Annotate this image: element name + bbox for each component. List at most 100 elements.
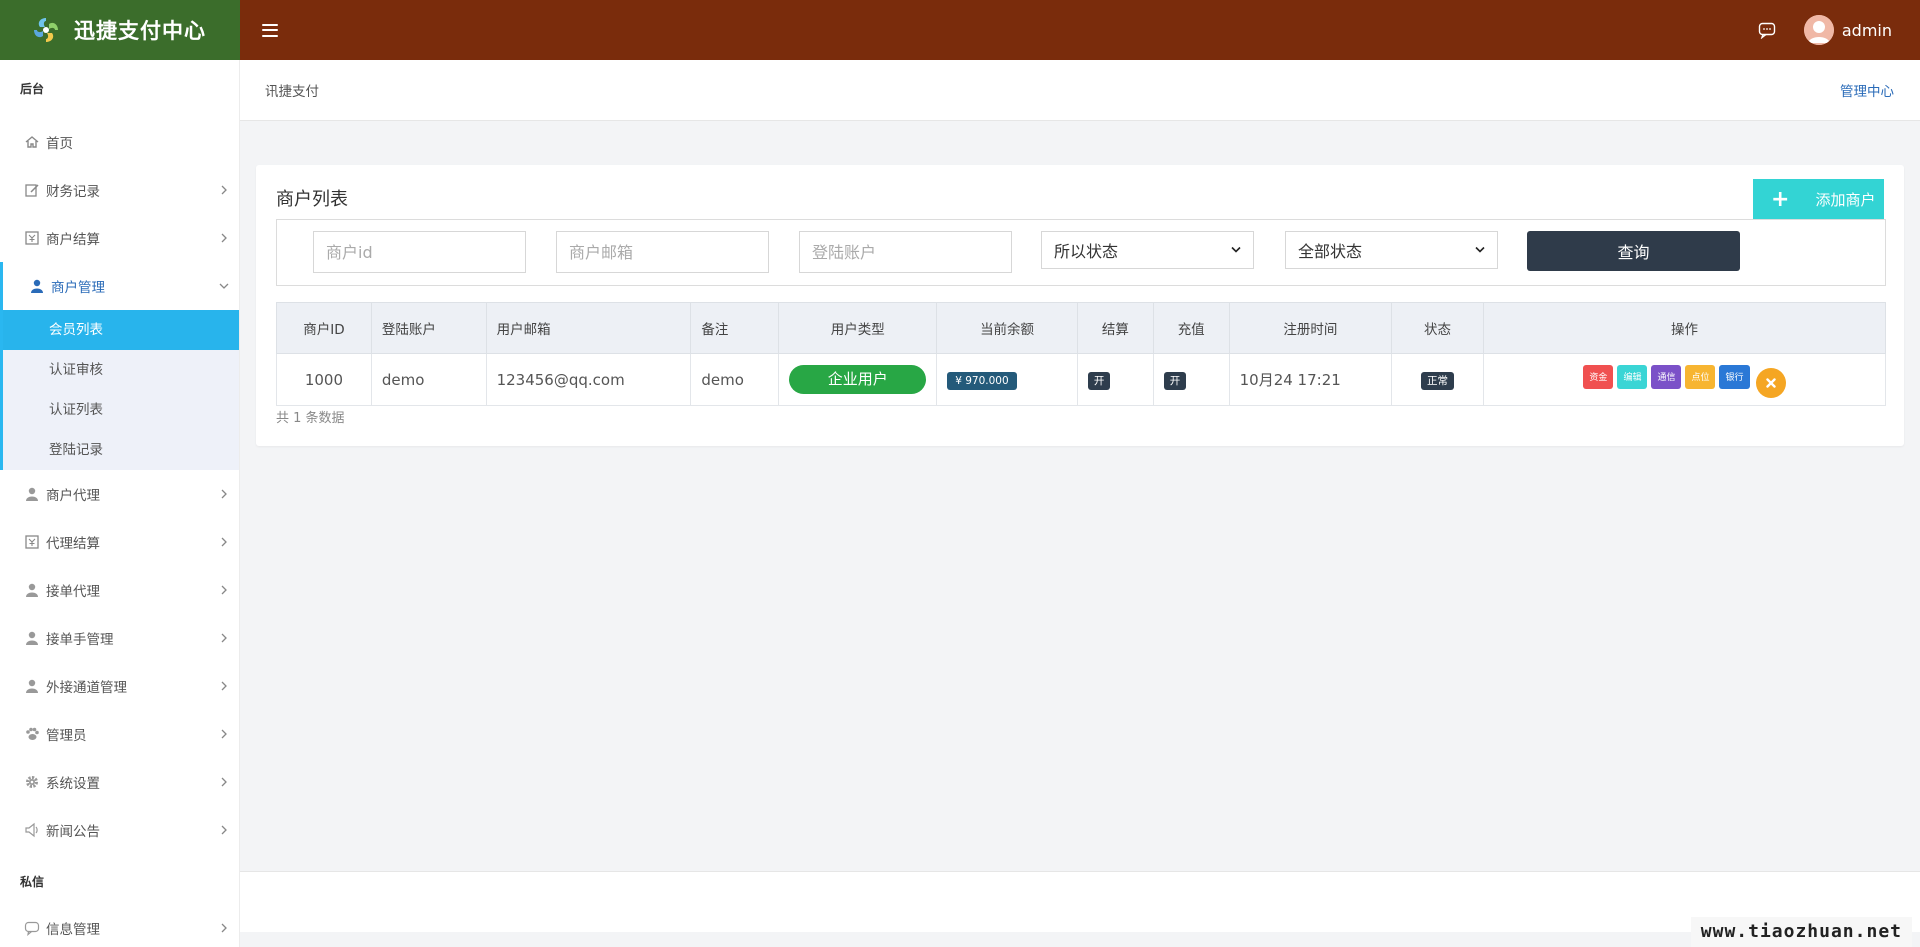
filter-form: 所以状态 全部状态 查询 <box>276 219 1886 286</box>
sidebar-item-label: 接单代理 <box>46 584 100 600</box>
merchant-management-submenu: 会员列表 认证审核 认证列表 登陆记录 <box>0 310 239 470</box>
sidebar-item-label: 商户管理 <box>51 280 105 296</box>
bill-icon <box>25 231 39 245</box>
sidebar-item-message-management[interactable]: 信息管理 <box>0 904 239 947</box>
chevron-down-icon <box>219 283 229 289</box>
sidebar-item-external-channel[interactable]: 外接通道管理 <box>0 662 239 710</box>
col-header-merchant-id[interactable]: 商户ID <box>276 302 372 354</box>
total-count: 共 1 条数据 <box>276 411 345 426</box>
sidebar-item-merchant-agent[interactable]: 商户代理 <box>0 470 239 518</box>
funds-button[interactable]: 资金 <box>1583 364 1614 389</box>
cell-status: 正常 <box>1391 353 1484 406</box>
sidebar-item-label: 管理员 <box>46 728 87 744</box>
col-header-login-account[interactable]: 登陆账户 <box>370 302 487 354</box>
speaker-icon <box>25 822 38 838</box>
col-header-register-time[interactable]: 注册时间 <box>1228 302 1393 354</box>
user-icon <box>26 487 38 501</box>
sidebar-item-label: 新闻公告 <box>46 824 100 840</box>
col-header-status[interactable]: 状态 <box>1391 302 1484 354</box>
sidebar-item-label: 接单手管理 <box>46 632 114 648</box>
sidebar-item-system-settings[interactable]: 系统设置 <box>0 758 239 806</box>
sidebar-subitem-verify-review[interactable]: 认证审核 <box>3 350 239 390</box>
cell-email: 123456@qq.com <box>485 353 692 406</box>
table-header-row: 商户ID 登陆账户 用户邮箱 备注 用户类型 当前余额 结算 充值 注册时间 状… <box>276 302 1887 354</box>
col-header-note[interactable]: 备注 <box>690 302 780 354</box>
avatar <box>1803 15 1834 45</box>
sidebar-item-merchant-management[interactable]: 商户管理 <box>0 262 239 310</box>
user-icon <box>31 279 43 293</box>
user-icon <box>26 631 38 645</box>
delete-button[interactable] <box>1755 367 1786 398</box>
merchant-table: 商户ID 登陆账户 用户邮箱 备注 用户类型 当前余额 结算 充值 注册时间 状… <box>276 302 1887 406</box>
breadcrumb: 讯捷支付 管理中心 <box>240 60 1920 121</box>
edit-button[interactable]: 编辑 <box>1617 364 1648 389</box>
brand[interactable]: 迅捷支付中心 <box>0 0 240 60</box>
user-type-badge[interactable]: 企业用户 <box>789 365 927 394</box>
communication-button[interactable]: 通信 <box>1651 364 1682 389</box>
message-icon[interactable] <box>1758 21 1776 39</box>
add-merchant-label: 添加商户 <box>1815 191 1876 209</box>
all-status-select[interactable]: 全部状态 <box>1285 231 1498 269</box>
all-status-select-value: 全部状态 <box>1298 242 1363 261</box>
status-badge[interactable]: 正常 <box>1421 371 1455 390</box>
row-actions: 资金 编辑 通信 点位 银行 <box>1494 362 1875 398</box>
chevron-right-icon <box>221 633 227 643</box>
avatar-person-icon <box>1803 15 1834 45</box>
sidebar-subitem-verify-list[interactable]: 认证列表 <box>3 390 239 430</box>
cell-settlement: 开 <box>1076 353 1154 406</box>
brand-logo-icon <box>34 18 58 42</box>
col-header-settlement[interactable]: 结算 <box>1076 302 1154 354</box>
col-header-user-type[interactable]: 用户类型 <box>778 302 938 354</box>
chevron-right-icon <box>221 777 227 787</box>
sidebar-item-agent-settlement[interactable]: 代理结算 <box>0 518 239 566</box>
status-select[interactable]: 所以状态 <box>1041 231 1254 269</box>
chevron-down-icon <box>1475 246 1485 253</box>
watermark: www.tiaozhuan.net <box>1690 917 1912 947</box>
sidebar-item-home[interactable]: 首页 <box>0 118 239 166</box>
sidebar-item-merchant-settlement[interactable]: 商户结算 <box>0 214 239 262</box>
sidebar-section-main: 后台 <box>20 82 45 96</box>
sidebar-item-news[interactable]: 新闻公告 <box>0 806 239 854</box>
message-icon <box>24 921 40 936</box>
breadcrumb-home-link[interactable]: 管理中心 <box>1840 80 1894 100</box>
settlement-toggle[interactable]: 开 <box>1087 371 1111 390</box>
table-row: 1000 demo 123456@qq.com demo 企业用户 ¥ 970.… <box>276 353 1887 406</box>
user-icon <box>26 679 38 693</box>
sidebar-item-administrator[interactable]: 管理员 <box>0 710 239 758</box>
chevron-right-icon <box>221 233 227 243</box>
login-account-input[interactable] <box>799 231 1012 273</box>
point-button[interactable]: 点位 <box>1685 364 1716 389</box>
sidebar-item-label: 商户结算 <box>46 232 100 248</box>
bank-button[interactable]: 银行 <box>1719 364 1750 389</box>
chevron-right-icon <box>221 489 227 499</box>
cell-recharge: 开 <box>1152 353 1230 406</box>
sidebar-subitem-member-list[interactable]: 会员列表 <box>3 310 239 350</box>
col-header-email[interactable]: 用户邮箱 <box>485 302 692 354</box>
col-header-balance[interactable]: 当前余额 <box>936 302 1078 354</box>
chevron-right-icon <box>221 185 227 195</box>
col-header-recharge[interactable]: 充值 <box>1152 302 1230 354</box>
merchant-id-input[interactable] <box>313 231 526 273</box>
footer <box>240 871 1920 932</box>
gear-icon <box>26 776 38 788</box>
sidebar-item-order-agent[interactable]: 接单代理 <box>0 566 239 614</box>
sidebar-item-order-taker-management[interactable]: 接单手管理 <box>0 614 239 662</box>
user-menu[interactable]: admin <box>1803 15 1892 45</box>
sidebar-item-label: 信息管理 <box>46 922 100 938</box>
chevron-right-icon <box>221 923 227 933</box>
sidebar-subitem-login-records[interactable]: 登陆记录 <box>3 430 239 470</box>
col-header-actions: 操作 <box>1482 302 1887 354</box>
sidebar-item-label: 系统设置 <box>46 776 100 792</box>
add-merchant-button[interactable]: + 添加商户 <box>1753 179 1884 220</box>
home-icon <box>25 136 39 148</box>
balance-badge: ¥ 970.000 <box>947 371 1017 390</box>
sidebar-item-label: 商户代理 <box>46 488 100 504</box>
chevron-right-icon <box>221 537 227 547</box>
sidebar-item-finance[interactable]: 财务记录 <box>0 166 239 214</box>
merchant-email-input[interactable] <box>556 231 769 273</box>
recharge-toggle[interactable]: 开 <box>1163 371 1187 390</box>
menu-toggle-icon[interactable] <box>262 23 278 37</box>
query-button[interactable]: 查询 <box>1527 231 1740 271</box>
user-icon <box>26 583 38 597</box>
chevron-right-icon <box>221 585 227 595</box>
